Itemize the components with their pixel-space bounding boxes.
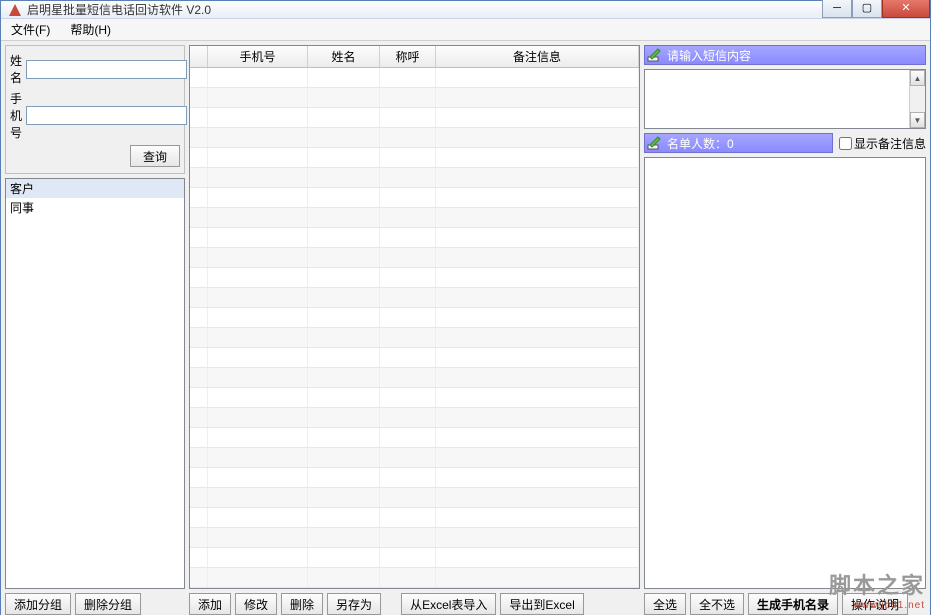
select-none-button[interactable]: 全不选 <box>690 593 744 615</box>
sms-panel-header: 请输入短信内容 <box>644 45 926 65</box>
table-row[interactable] <box>190 368 639 388</box>
select-all-button[interactable]: 全选 <box>644 593 686 615</box>
table-row[interactable] <box>190 428 639 448</box>
app-window: 启明星批量短信电话回访软件 V2.0 ─ ▢ ✕ 文件(F) 帮助(H) 姓 名… <box>0 0 931 615</box>
table-row[interactable] <box>190 168 639 188</box>
table-row[interactable] <box>190 408 639 428</box>
edit-icon <box>647 135 663 151</box>
saveas-button[interactable]: 另存为 <box>327 593 381 615</box>
show-note-checkbox-wrap[interactable]: 显示备注信息 <box>839 135 926 152</box>
bottom-toolbar: 添加分组 删除分组 添加 修改 删除 另存为 从Excel表导入 导出到Exce… <box>1 593 930 615</box>
show-note-checkbox[interactable] <box>839 137 852 150</box>
help-button[interactable]: 操作说明 <box>842 593 908 615</box>
table-row[interactable] <box>190 268 639 288</box>
table-row[interactable] <box>190 388 639 408</box>
delete-group-button[interactable]: 删除分组 <box>75 593 141 615</box>
middle-column: 手机号 姓名 称呼 备注信息 <box>189 45 640 589</box>
table-row[interactable] <box>190 88 639 108</box>
table-row[interactable] <box>190 528 639 548</box>
namelist-count-text: 名单人数：0 <box>667 135 734 152</box>
sms-scrollbar[interactable]: ▲ ▼ <box>909 70 925 128</box>
titlebar: 启明星批量短信电话回访软件 V2.0 ─ ▢ ✕ <box>1 1 930 19</box>
menu-file[interactable]: 文件(F) <box>5 19 56 40</box>
sms-header-text: 请输入短信内容 <box>667 47 751 64</box>
table-row[interactable] <box>190 328 639 348</box>
namelist-header-row: 名单人数：0 显示备注信息 <box>644 133 926 153</box>
import-excel-button[interactable]: 从Excel表导入 <box>401 593 496 615</box>
grid-header-name[interactable]: 姓名 <box>308 46 380 67</box>
edit-button[interactable]: 修改 <box>235 593 277 615</box>
group-item[interactable]: 同事 <box>6 198 184 217</box>
show-note-label: 显示备注信息 <box>854 135 926 152</box>
table-row[interactable] <box>190 248 639 268</box>
table-row[interactable] <box>190 128 639 148</box>
edit-icon <box>647 47 663 63</box>
table-row[interactable] <box>190 108 639 128</box>
window-controls: ─ ▢ ✕ <box>822 0 930 18</box>
group-item[interactable]: 客户 <box>6 179 184 198</box>
table-row[interactable] <box>190 348 639 368</box>
table-row[interactable] <box>190 208 639 228</box>
content-area: 姓 名 手机号 查询 客户 同事 手机号 <box>1 41 930 593</box>
maximize-button[interactable]: ▢ <box>852 0 882 18</box>
grid-header-note[interactable]: 备注信息 <box>436 46 639 67</box>
name-label: 姓 名 <box>10 52 22 86</box>
generate-phone-list-button[interactable]: 生成手机名录 <box>748 593 838 615</box>
name-input[interactable] <box>26 60 187 79</box>
name-list[interactable] <box>644 157 926 589</box>
table-row[interactable] <box>190 288 639 308</box>
grid-header-phone[interactable]: 手机号 <box>208 46 308 67</box>
window-title: 启明星批量短信电话回访软件 V2.0 <box>27 1 822 18</box>
table-row[interactable] <box>190 548 639 568</box>
menubar: 文件(F) 帮助(H) <box>1 19 930 41</box>
table-row[interactable] <box>190 188 639 208</box>
left-column: 姓 名 手机号 查询 客户 同事 <box>5 45 185 589</box>
add-button[interactable]: 添加 <box>189 593 231 615</box>
minimize-button[interactable]: ─ <box>822 0 852 18</box>
group-list[interactable]: 客户 同事 <box>5 178 185 589</box>
phone-input[interactable] <box>26 106 187 125</box>
export-excel-button[interactable]: 导出到Excel <box>500 593 583 615</box>
search-panel: 姓 名 手机号 查询 <box>5 45 185 174</box>
phone-label: 手机号 <box>10 90 22 141</box>
query-button[interactable]: 查询 <box>130 145 180 167</box>
sms-textarea[interactable]: ▲ ▼ <box>644 69 926 129</box>
grid-body[interactable] <box>190 68 639 588</box>
table-row[interactable] <box>190 228 639 248</box>
add-group-button[interactable]: 添加分组 <box>5 593 71 615</box>
grid-header-salutation[interactable]: 称呼 <box>380 46 436 67</box>
table-row[interactable] <box>190 568 639 588</box>
grid-header-rowhead[interactable] <box>190 46 208 67</box>
right-column: 请输入短信内容 ▲ ▼ 名单人数：0 显示备注信息 <box>644 45 926 589</box>
table-row[interactable] <box>190 448 639 468</box>
close-button[interactable]: ✕ <box>882 0 930 18</box>
grid-header: 手机号 姓名 称呼 备注信息 <box>190 46 639 68</box>
table-row[interactable] <box>190 148 639 168</box>
table-row[interactable] <box>190 488 639 508</box>
app-icon <box>7 2 23 18</box>
table-row[interactable] <box>190 508 639 528</box>
menu-help[interactable]: 帮助(H) <box>64 19 117 40</box>
namelist-panel-header: 名单人数：0 <box>644 133 833 153</box>
scroll-up-icon[interactable]: ▲ <box>910 70 925 86</box>
contacts-grid[interactable]: 手机号 姓名 称呼 备注信息 <box>189 45 640 589</box>
table-row[interactable] <box>190 308 639 328</box>
table-row[interactable] <box>190 468 639 488</box>
delete-button[interactable]: 删除 <box>281 593 323 615</box>
scroll-down-icon[interactable]: ▼ <box>910 112 925 128</box>
table-row[interactable] <box>190 68 639 88</box>
